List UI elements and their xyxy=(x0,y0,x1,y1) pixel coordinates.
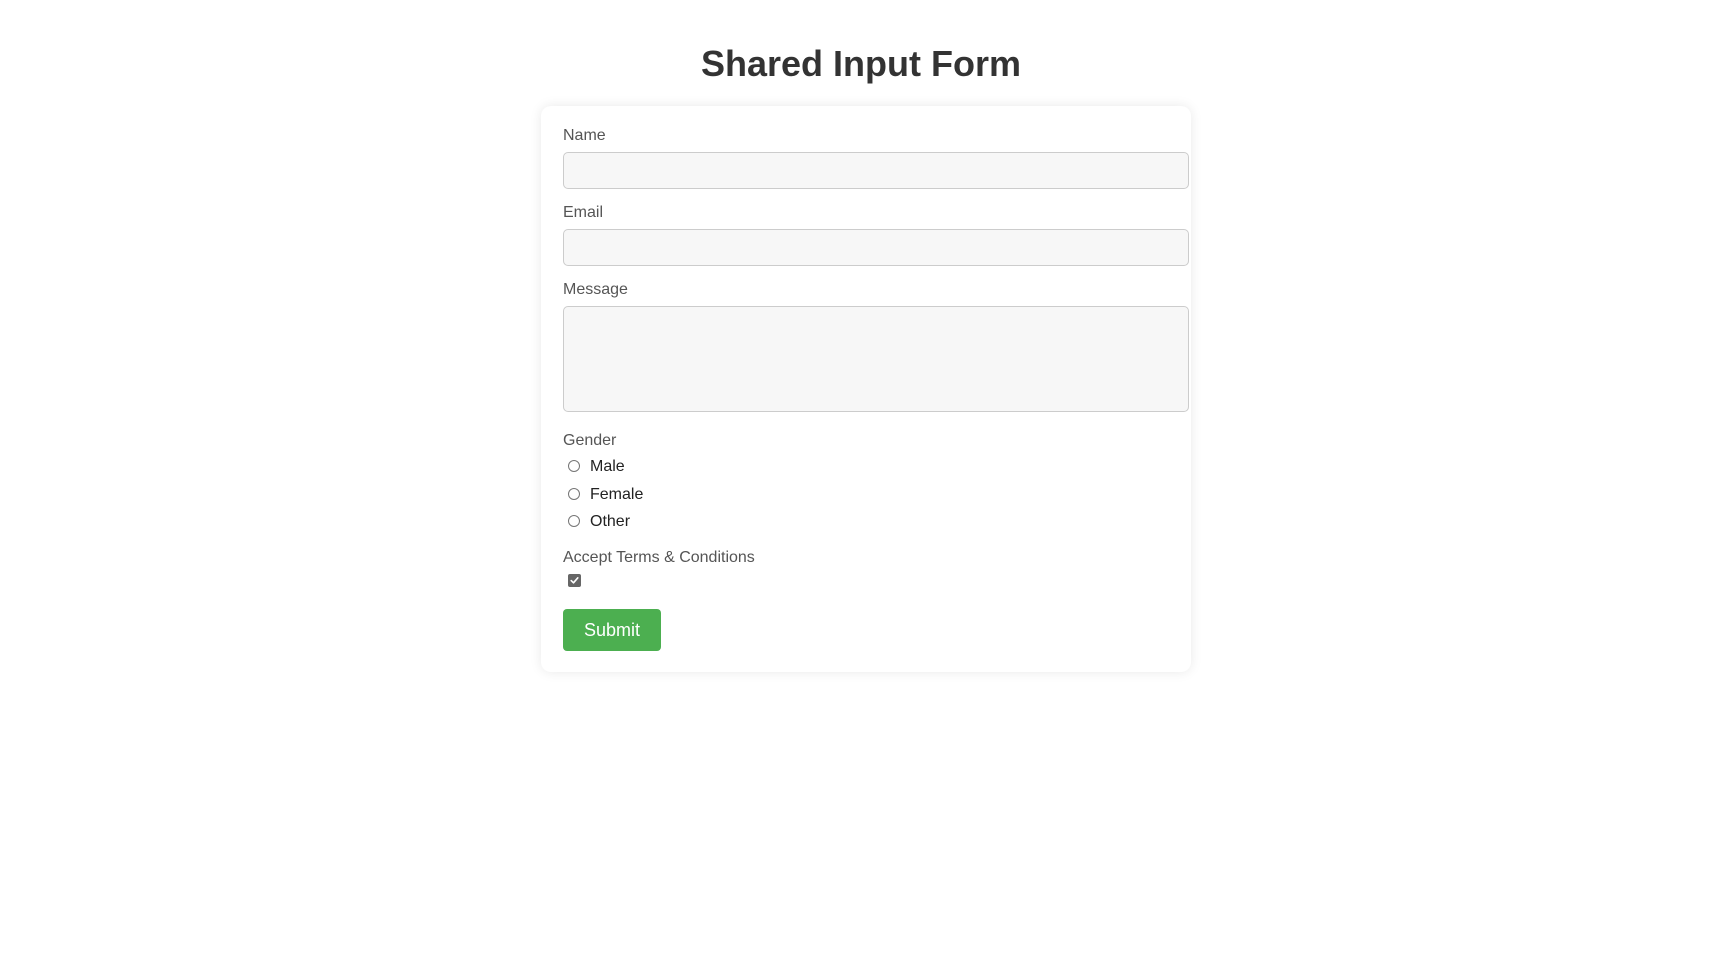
radio-label-other: Other xyxy=(590,513,631,530)
terms-label: Accept Terms & Conditions xyxy=(563,549,755,566)
message-label: Message xyxy=(563,281,628,298)
email-input[interactable] xyxy=(563,229,1189,266)
page-title: Shared Input Form xyxy=(700,43,1021,84)
radio-label-male: Male xyxy=(590,458,625,475)
name-input[interactable] xyxy=(563,152,1189,189)
terms-checkbox[interactable] xyxy=(568,574,581,587)
radio-other[interactable] xyxy=(568,515,580,527)
gender-option-female[interactable]: Female xyxy=(568,484,643,506)
name-label: Name xyxy=(563,127,606,144)
radio-label-female: Female xyxy=(590,486,644,503)
submit-button[interactable]: Submit xyxy=(563,609,661,651)
checkmark-icon xyxy=(570,577,579,584)
radio-male[interactable] xyxy=(568,460,580,472)
gender-option-male[interactable]: Male xyxy=(568,456,625,478)
email-label: Email xyxy=(563,204,604,221)
gender-option-other[interactable]: Other xyxy=(568,511,630,533)
page: Shared Input Form Name Email Message Gen… xyxy=(0,0,1722,968)
message-textarea[interactable] xyxy=(563,306,1189,412)
gender-label: Gender xyxy=(563,432,617,449)
radio-female[interactable] xyxy=(568,488,580,500)
form-card: Name Email Message Gender Male Female Ot… xyxy=(541,106,1191,672)
